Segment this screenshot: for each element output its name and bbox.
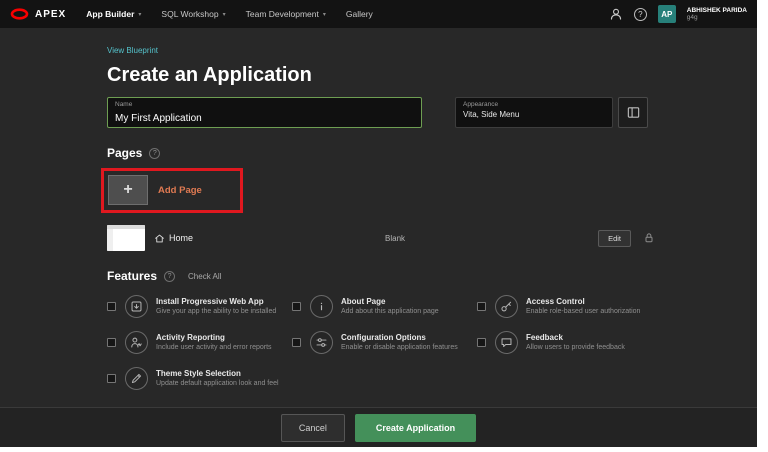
chevron-down-icon: ▾ [138, 11, 141, 18]
nav-app-builder[interactable]: App Builder ▾ [86, 9, 141, 19]
view-blueprint-link[interactable]: View Blueprint [107, 46, 158, 55]
avatar[interactable]: AP [658, 5, 676, 23]
feature-checkbox[interactable] [477, 302, 486, 311]
app-settings-row: Name Appearance Vita, Side Menu [107, 97, 757, 128]
topbar-right-controls: ? AP ABHISHEK PARIDA g4g [609, 5, 747, 23]
sliders-icon [310, 331, 333, 354]
appearance-picker-button[interactable] [618, 97, 648, 128]
home-icon [154, 233, 165, 244]
brand[interactable]: APEX [10, 8, 66, 20]
feature-title: Configuration Options [341, 333, 458, 343]
feature-install-pwa: Install Progressive Web App Give your ap… [107, 295, 292, 318]
name-field-label: Name [115, 101, 414, 108]
feature-desc: Enable role-based user authorization [526, 307, 640, 316]
feature-desc: Give your app the ability to be installe… [156, 307, 276, 316]
features-section-header: Features ? Check All [107, 269, 757, 283]
appearance-value: Vita, Side Menu [463, 108, 605, 119]
administration-person-icon[interactable] [609, 7, 623, 21]
nav-gallery[interactable]: Gallery [346, 9, 373, 19]
feature-title: Install Progressive Web App [156, 297, 276, 307]
user-name: ABHISHEK PARIDA [687, 7, 747, 14]
create-application-button[interactable]: Create Application [355, 414, 476, 442]
feature-feedback: Feedback Allow users to provide feedback [477, 331, 662, 354]
chevron-down-icon: ▾ [223, 11, 226, 18]
name-field: Name [107, 97, 422, 128]
feature-configuration-options: Configuration Options Enable or disable … [292, 331, 477, 354]
feature-checkbox[interactable] [107, 338, 116, 347]
main-nav: App Builder ▾ SQL Workshop ▾ Team Develo… [86, 9, 373, 19]
page-list-row-home: Home Blank Edit [107, 225, 655, 251]
oracle-logo-icon [10, 8, 29, 20]
feature-checkbox[interactable] [107, 374, 116, 383]
appearance-field[interactable]: Appearance Vita, Side Menu [455, 97, 613, 128]
user-activity-icon [125, 331, 148, 354]
feature-title: Theme Style Selection [156, 369, 279, 379]
pencil-icon [125, 367, 148, 390]
pages-title: Pages [107, 146, 142, 160]
thumbnail-side-band [107, 229, 113, 251]
brand-apex-label: APEX [35, 9, 66, 20]
feature-theme-style-selection: Theme Style Selection Update default app… [107, 367, 292, 390]
page-thumbnail[interactable] [107, 225, 145, 251]
chevron-down-icon: ▾ [323, 11, 326, 18]
help-icon[interactable]: ? [149, 148, 160, 159]
side-menu-layout-icon [626, 105, 641, 120]
feature-access-control: Access Control Enable role-based user au… [477, 295, 662, 318]
feature-title: Activity Reporting [156, 333, 272, 343]
feature-checkbox[interactable] [292, 338, 301, 347]
workspace-name: g4g [687, 14, 747, 21]
name-input[interactable] [115, 112, 414, 124]
key-icon [495, 295, 518, 318]
help-icon[interactable]: ? [164, 271, 175, 282]
lock-icon[interactable] [643, 232, 655, 244]
feature-title: Access Control [526, 297, 640, 307]
feature-title: Feedback [526, 333, 625, 343]
features-grid: Install Progressive Web App Give your ap… [107, 295, 667, 390]
wizard-footer: Cancel Create Application [0, 407, 757, 447]
feature-desc: Add about this application page [341, 307, 439, 316]
feature-activity-reporting: Activity Reporting Include user activity… [107, 331, 292, 354]
apex-app-window: APEX App Builder ▾ SQL Workshop ▾ Team D… [0, 0, 757, 447]
page-title: Create an Application [107, 64, 757, 87]
feature-about-page: About Page Add about this application pa… [292, 295, 477, 318]
feature-title: About Page [341, 297, 439, 307]
top-navigation-bar: APEX App Builder ▾ SQL Workshop ▾ Team D… [0, 0, 757, 28]
help-icon[interactable]: ? [634, 8, 647, 21]
feature-desc: Include user activity and error reports [156, 343, 272, 352]
appearance-field-label: Appearance [463, 101, 605, 108]
feature-desc: Enable or disable application features [341, 343, 458, 352]
pwa-install-icon [125, 295, 148, 318]
add-page-button[interactable]: + Add Page [108, 175, 202, 205]
feature-checkbox[interactable] [292, 302, 301, 311]
info-icon [310, 295, 333, 318]
feature-desc: Allow users to provide feedback [526, 343, 625, 352]
cancel-button[interactable]: Cancel [281, 414, 345, 442]
nav-team-development[interactable]: Team Development ▾ [246, 9, 326, 19]
page-name: Home [154, 233, 193, 244]
add-page-label: Add Page [158, 185, 202, 196]
feature-checkbox[interactable] [107, 302, 116, 311]
page-type-label: Blank [385, 234, 405, 243]
pages-section-header: Pages ? [107, 146, 757, 160]
annotation-highlight-box: + Add Page [101, 168, 243, 213]
feature-desc: Update default application look and feel [156, 379, 279, 388]
wizard-content: View Blueprint Create an Application Nam… [0, 28, 757, 407]
edit-page-button[interactable]: Edit [598, 230, 631, 247]
plus-icon: + [108, 175, 148, 205]
features-title: Features [107, 269, 157, 283]
nav-sql-workshop[interactable]: SQL Workshop ▾ [161, 9, 225, 19]
feature-checkbox[interactable] [477, 338, 486, 347]
speech-bubble-icon [495, 331, 518, 354]
check-all-link[interactable]: Check All [188, 272, 221, 281]
user-identity[interactable]: ABHISHEK PARIDA g4g [687, 7, 747, 22]
